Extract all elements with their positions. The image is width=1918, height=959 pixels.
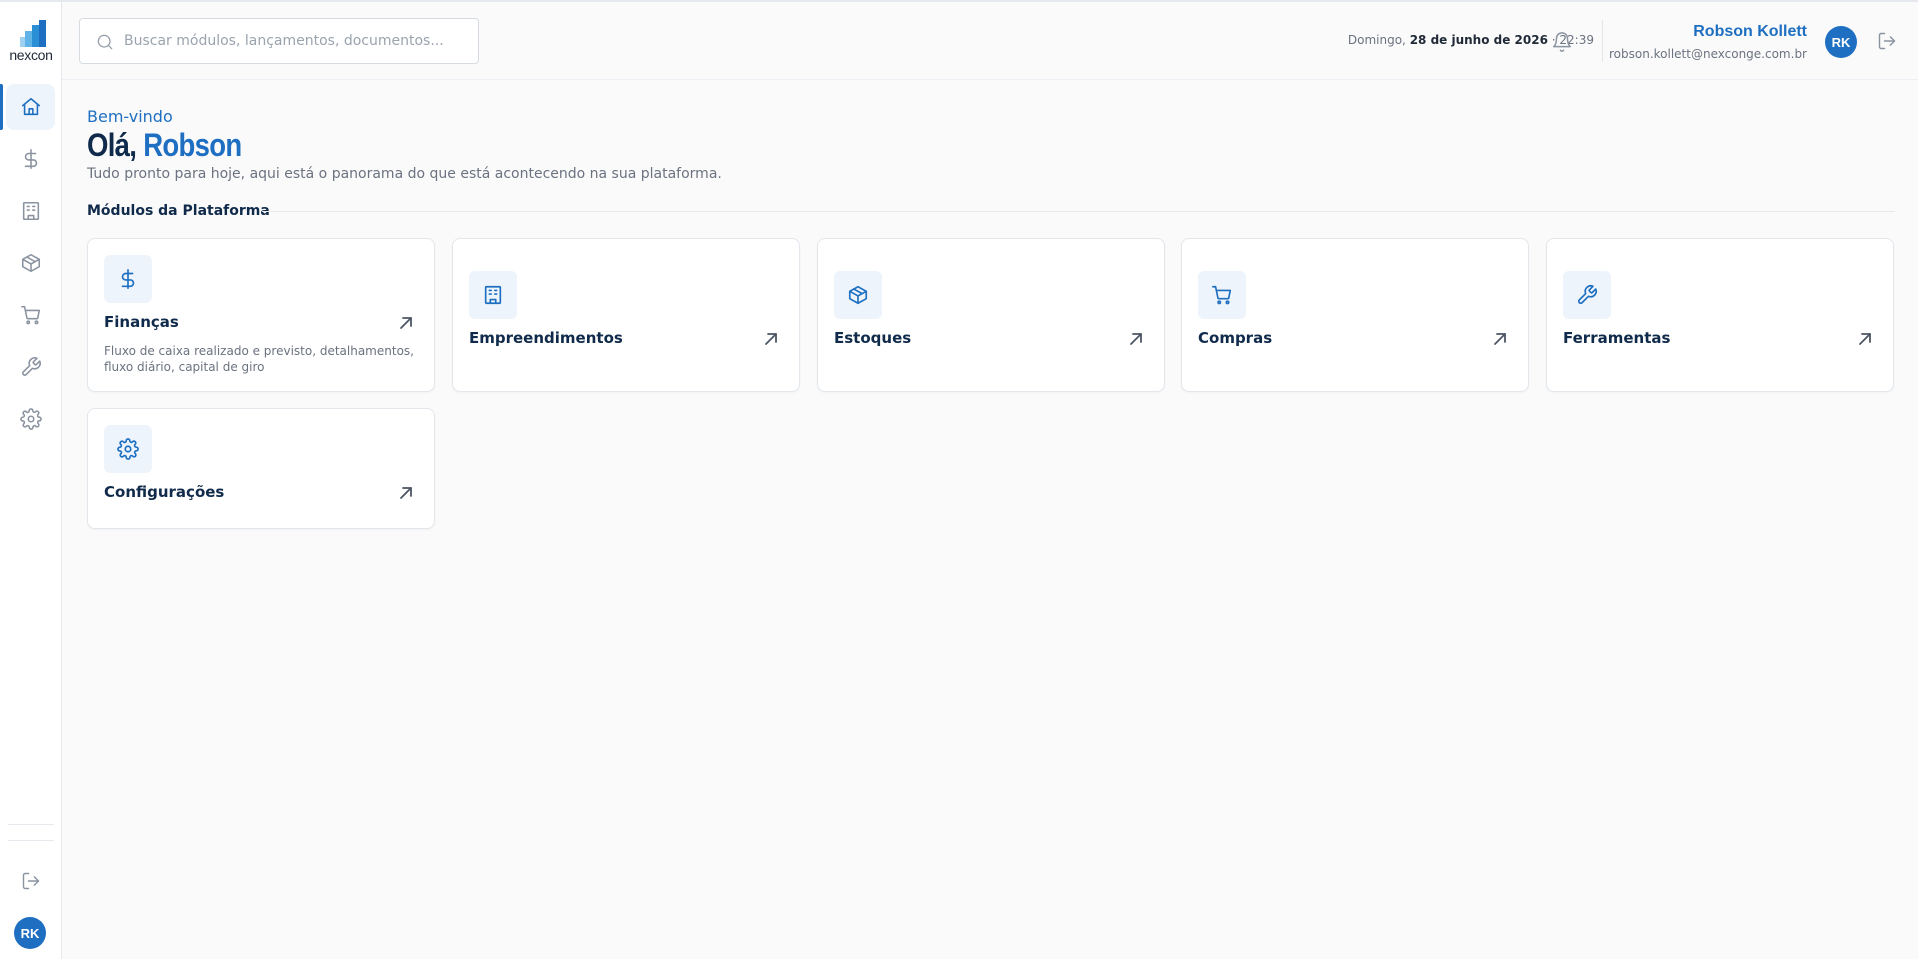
building-icon	[22, 201, 39, 221]
box-icon	[21, 253, 40, 273]
module-title: Finanças	[104, 313, 179, 331]
logout-icon	[22, 872, 40, 890]
sidebar-item-empreendimentos[interactable]	[6, 188, 55, 234]
sidebar-avatar[interactable]: RK	[14, 917, 46, 949]
user-name: Robson Kollett	[1693, 23, 1807, 40]
arrow-up-right-icon	[1857, 331, 1873, 347]
arrow-up-right-icon	[763, 331, 779, 347]
date-weekday: Domingo,	[1347, 33, 1406, 47]
page-title: Olá, Robson	[87, 127, 242, 164]
module-title: Configurações	[104, 483, 225, 501]
search-icon	[97, 34, 113, 50]
module-card-compras[interactable]: Compras	[1181, 238, 1529, 392]
arrow-up-right-icon	[1128, 331, 1144, 347]
arrow-up-right-icon	[398, 315, 414, 331]
search-input[interactable]	[124, 19, 474, 63]
module-card-configuracoes[interactable]: Configurações	[87, 408, 435, 529]
user-avatar[interactable]: RK	[1825, 26, 1857, 58]
dollar-icon	[24, 149, 37, 169]
building-icon	[484, 285, 502, 305]
greeting-name: Robson	[143, 127, 242, 163]
sidebar-item-financas[interactable]	[6, 136, 55, 182]
module-title: Empreendimentos	[469, 329, 623, 347]
search-box[interactable]	[79, 18, 479, 64]
sidebar-item-home[interactable]	[6, 84, 55, 130]
module-title: Estoques	[834, 329, 912, 347]
sidebar-item-ferramentas[interactable]	[6, 344, 55, 390]
cart-icon	[1212, 285, 1232, 305]
page-subtitle: Tudo pronto para hoje, aqui está o panor…	[87, 166, 722, 182]
module-card-ferramentas[interactable]: Ferramentas	[1546, 238, 1894, 392]
logo-text: nexcon	[9, 47, 53, 63]
sidebar: nexcon RK	[0, 2, 62, 959]
logout-button[interactable]	[1877, 31, 1899, 53]
welcome-label: Bem-vindo	[87, 107, 173, 126]
gear-icon	[117, 438, 139, 460]
module-title: Ferramentas	[1563, 329, 1671, 347]
header-divider	[1602, 20, 1603, 62]
module-icon-box	[1563, 271, 1611, 319]
module-card-empreendimentos[interactable]: Empreendimentos	[452, 238, 800, 392]
header: Domingo, 28 de junho de 2026 · 22:39 Rob…	[62, 2, 1918, 80]
wrench-icon	[21, 357, 41, 376]
dollar-icon	[121, 269, 135, 289]
notifications-button[interactable]	[1551, 31, 1573, 53]
sidebar-item-estoques[interactable]	[6, 240, 55, 286]
arrow-up-right-icon	[1492, 331, 1508, 347]
module-icon-box	[834, 271, 882, 319]
cart-icon	[20, 305, 40, 325]
active-indicator	[0, 84, 3, 130]
date-full: 28 de junho de 2026	[1409, 33, 1548, 47]
logo[interactable]: nexcon	[0, 20, 62, 66]
sidebar-divider	[8, 840, 54, 841]
module-title: Compras	[1198, 329, 1273, 347]
logo-mark-icon	[20, 20, 46, 47]
sidebar-logout-button[interactable]	[17, 867, 45, 895]
sidebar-item-configuracoes[interactable]	[6, 396, 55, 442]
user-email: robson.kollett@nexconge.com.br	[1609, 47, 1807, 61]
section-divider	[262, 211, 1895, 212]
module-icon-box	[1198, 271, 1246, 319]
module-card-financas[interactable]: Finanças Fluxo de caixa realizado e prev…	[87, 238, 435, 392]
sidebar-divider	[8, 824, 54, 825]
arrow-up-right-icon	[398, 485, 414, 501]
module-icon-box	[104, 425, 152, 473]
home-icon	[21, 97, 40, 116]
module-icon-box	[104, 255, 152, 303]
box-icon	[848, 285, 868, 305]
module-card-estoques[interactable]: Estoques	[817, 238, 1165, 392]
module-icon-box	[469, 271, 517, 319]
module-description: Fluxo de caixa realizado e previsto, det…	[104, 344, 414, 374]
greeting: Olá,	[87, 127, 137, 163]
gear-icon	[19, 408, 42, 430]
bell-icon	[1553, 32, 1571, 52]
section-title: Módulos da Plataforma	[87, 203, 270, 219]
wrench-icon	[1578, 285, 1597, 304]
logout-icon	[1878, 32, 1896, 50]
sidebar-item-compras[interactable]	[6, 292, 55, 338]
